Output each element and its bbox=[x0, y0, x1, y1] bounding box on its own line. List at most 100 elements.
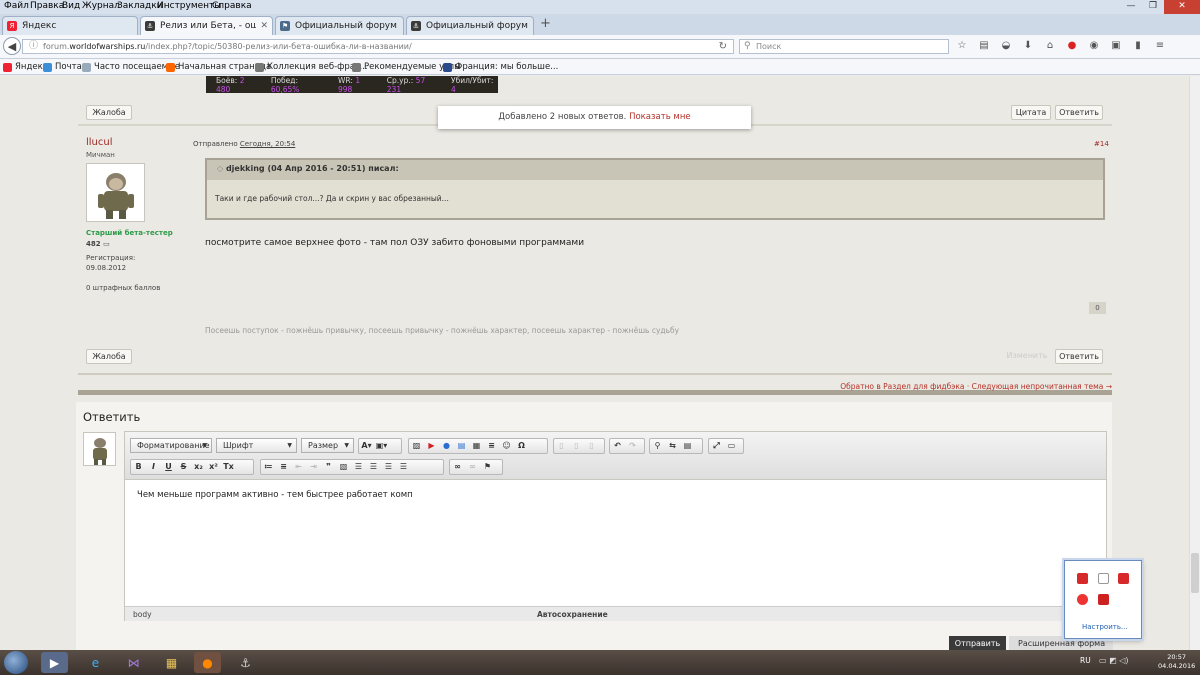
language-indicator[interactable]: RU bbox=[1080, 656, 1091, 665]
quote-button[interactable]: Цитата bbox=[1011, 105, 1051, 120]
menu-edit[interactable]: Правка bbox=[30, 1, 64, 11]
menu-history[interactable]: Журнал bbox=[82, 1, 120, 11]
tab-forum-1[interactable]: ⚑ Официальный форум иг... bbox=[275, 16, 404, 35]
table-icon[interactable]: ▦ bbox=[469, 439, 484, 453]
adobe-tray-icon[interactable] bbox=[1118, 573, 1129, 584]
download-icon[interactable]: ⬇ bbox=[1021, 39, 1035, 53]
flag-tray-icon[interactable] bbox=[1098, 573, 1109, 584]
italic-icon[interactable]: I bbox=[146, 460, 161, 474]
special-char-icon[interactable]: Ω bbox=[514, 439, 529, 453]
new-tab-button[interactable]: + bbox=[540, 16, 551, 31]
security-tray-icon[interactable] bbox=[1098, 594, 1109, 605]
edit-button[interactable]: Изменить bbox=[1003, 349, 1051, 364]
maximize-button[interactable]: ❐ bbox=[1142, 0, 1164, 14]
system-clock[interactable]: 20:57 04.04.2016 bbox=[1158, 653, 1195, 671]
emoticon-icon[interactable]: ☺ bbox=[499, 439, 514, 453]
start-button[interactable] bbox=[4, 651, 28, 674]
adblock-icon[interactable]: ● bbox=[1065, 39, 1079, 53]
bookmark-france[interactable]: Франция: мы больше... bbox=[443, 62, 558, 72]
editor-text-area[interactable]: Чем меньше программ активно - тем быстре… bbox=[137, 490, 413, 500]
bookmark-yandex[interactable]: Яндекс bbox=[3, 62, 47, 72]
app-tray-icon[interactable] bbox=[1077, 573, 1088, 584]
pocket-icon[interactable]: ◒ bbox=[999, 39, 1013, 53]
tab-forum-2[interactable]: ⚓ Официальный форум иг... bbox=[406, 16, 534, 35]
strikethrough-icon[interactable]: S bbox=[176, 460, 191, 474]
firefox-icon[interactable]: ● bbox=[194, 652, 221, 673]
scrollbar-thumb[interactable] bbox=[1191, 553, 1199, 593]
bullet-list-icon[interactable]: ≡ bbox=[276, 460, 291, 474]
author-avatar[interactable] bbox=[86, 163, 145, 222]
attach-icon[interactable]: ▤ bbox=[454, 439, 469, 453]
minimize-button[interactable]: — bbox=[1120, 0, 1142, 14]
text-color-icon[interactable]: A▾ bbox=[359, 439, 374, 453]
align-right-icon[interactable]: ☰ bbox=[381, 460, 396, 474]
tray-icons[interactable]: ▭ ◩ ◁) bbox=[1099, 656, 1128, 665]
back-button[interactable]: ◀ bbox=[3, 37, 21, 55]
superscript-icon[interactable]: x² bbox=[206, 460, 221, 474]
post-number[interactable]: #14 bbox=[1094, 140, 1109, 148]
extension-icon[interactable]: ▣ bbox=[1109, 39, 1123, 53]
info-icon[interactable]: ⓘ bbox=[29, 40, 38, 53]
world-of-warships-icon[interactable]: ⚓ bbox=[232, 652, 259, 673]
bookmark-star-icon[interactable]: ☆ bbox=[955, 39, 969, 53]
home-icon[interactable]: ⌂ bbox=[1043, 39, 1057, 53]
media-icon[interactable]: ● bbox=[439, 439, 454, 453]
undo-icon[interactable]: ↶ bbox=[610, 439, 625, 453]
close-window-button[interactable]: ✕ bbox=[1164, 0, 1200, 14]
addon-icon[interactable]: ▮ bbox=[1131, 39, 1145, 53]
font-dropdown[interactable]: Шрифт ▼ bbox=[216, 438, 297, 453]
report-button[interactable]: Жалоба bbox=[86, 105, 132, 120]
url-bar[interactable]: ⓘ forum.worldofwarships.ru/index.php?/to… bbox=[22, 39, 734, 54]
reply-button[interactable]: Ответить bbox=[1055, 105, 1103, 120]
subscript-icon[interactable]: x₂ bbox=[191, 460, 206, 474]
menu-file[interactable]: Файл bbox=[4, 1, 29, 11]
reading-list-icon[interactable]: ▤ bbox=[977, 39, 991, 53]
format-dropdown[interactable]: Форматирование ▼ bbox=[130, 438, 212, 453]
menu-icon[interactable]: ≡ bbox=[1153, 39, 1167, 53]
maximize-icon[interactable]: ⤢ bbox=[709, 439, 724, 453]
menu-bookmarks[interactable]: Закладки bbox=[117, 1, 163, 11]
report-button[interactable]: Жалоба bbox=[86, 349, 132, 364]
align-left-icon[interactable]: ☰ bbox=[351, 460, 366, 474]
image-icon[interactable]: ▨ bbox=[409, 439, 424, 453]
underline-icon[interactable]: U bbox=[161, 460, 176, 474]
chat-icon[interactable]: ◉ bbox=[1087, 39, 1101, 53]
youtube-icon[interactable]: ▶ bbox=[424, 439, 439, 453]
reply-button[interactable]: Ответить bbox=[1055, 349, 1103, 364]
hr-icon[interactable]: ≡ bbox=[484, 439, 499, 453]
cut-icon[interactable]: ▯ bbox=[554, 439, 569, 453]
numbered-list-icon[interactable]: ≔ bbox=[261, 460, 276, 474]
game-tray-icon[interactable] bbox=[1077, 594, 1088, 605]
anchor-icon[interactable]: ⚑ bbox=[480, 460, 495, 474]
explorer-icon[interactable]: ▦ bbox=[158, 652, 185, 673]
visual-studio-icon[interactable]: ⋈ bbox=[120, 652, 147, 673]
show-me-link[interactable]: Показать мне bbox=[629, 112, 691, 122]
size-dropdown[interactable]: Размер ▼ bbox=[301, 438, 354, 453]
outdent-icon[interactable]: ⇤ bbox=[291, 460, 306, 474]
send-button[interactable]: Отправить bbox=[949, 636, 1006, 651]
bg-color-icon[interactable]: ▣▾ bbox=[374, 439, 389, 453]
topic-navigation-links[interactable]: Обратно в Раздел для фидбэка · Следующая… bbox=[78, 379, 1112, 395]
media-player-icon[interactable]: ▶ bbox=[41, 652, 68, 673]
clear-format-icon[interactable]: Tx bbox=[221, 460, 236, 474]
link-icon[interactable]: ∞ bbox=[450, 460, 465, 474]
tab-yandex[interactable]: Я Яндекс bbox=[2, 16, 138, 35]
find-icon[interactable]: ⚲ bbox=[650, 439, 665, 453]
post-author[interactable]: llucul bbox=[86, 137, 113, 148]
preview-icon[interactable]: ▭ bbox=[724, 439, 739, 453]
replace-icon[interactable]: ⇆ bbox=[665, 439, 680, 453]
redo-icon[interactable]: ↷ bbox=[625, 439, 640, 453]
source-icon[interactable]: ▤ bbox=[680, 439, 695, 453]
indent-icon[interactable]: ⇥ bbox=[306, 460, 321, 474]
quote-block-icon[interactable]: ❞ bbox=[321, 460, 336, 474]
bookmark-web-slices[interactable]: Коллекция веб-фраг... bbox=[255, 62, 368, 72]
unlink-icon[interactable]: ∞ bbox=[465, 460, 480, 474]
internet-explorer-icon[interactable]: e bbox=[82, 652, 109, 673]
tray-configure-link[interactable]: Настроить... bbox=[1082, 623, 1128, 631]
copy-icon[interactable]: ▯ bbox=[569, 439, 584, 453]
search-input[interactable]: ⚲ Поиск bbox=[739, 39, 949, 54]
posted-time[interactable]: Сегодня, 20:54 bbox=[240, 140, 295, 148]
tab-active-topic[interactable]: ⚓ Релиз или Бета, - ошибка... ✕ bbox=[140, 16, 273, 35]
spoiler-icon[interactable]: ▧ bbox=[336, 460, 351, 474]
bookmark-mail[interactable]: Почта bbox=[43, 62, 82, 72]
